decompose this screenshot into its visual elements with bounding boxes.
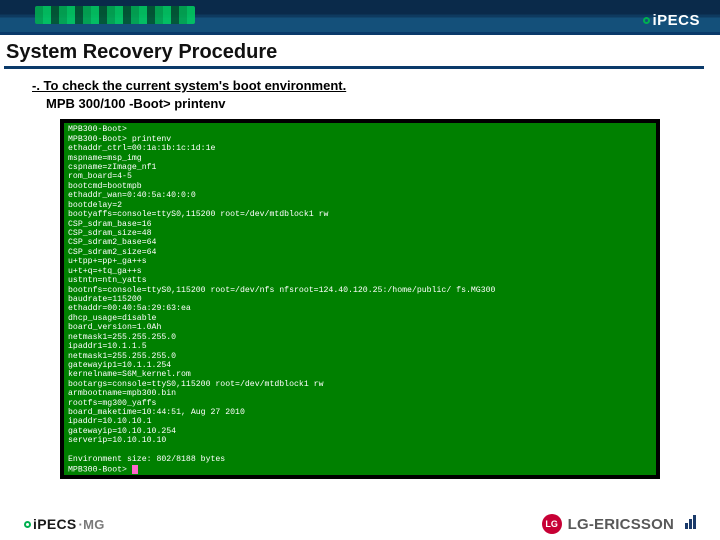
subheading-block: -. To check the current system's boot en…	[0, 77, 720, 119]
terminal-cursor	[132, 465, 138, 474]
terminal-output: MPB300-Boot> MPB300-Boot> printenv ethad…	[64, 123, 656, 475]
decorative-top-band	[0, 0, 720, 32]
brand-text: iPECS	[652, 12, 700, 29]
logo-ring-icon	[24, 521, 31, 528]
terminal-window: MPB300-Boot> MPB300-Boot> printenv ethad…	[60, 119, 660, 479]
ericsson-bars-icon	[684, 515, 696, 534]
brand-logo-top: iPECS	[643, 12, 700, 29]
footer-bar: iPECS·MG LG LG-ERICSSON	[0, 514, 720, 534]
lg-face-icon: LG	[542, 514, 562, 534]
footer-brand-right: LG LG-ERICSSON	[542, 514, 696, 534]
title-underline	[4, 66, 704, 69]
subheading-line-1: -. To check the current system's boot en…	[32, 77, 720, 95]
logo-ring-icon	[643, 17, 650, 24]
footer-brand-suffix: ·MG	[79, 517, 105, 532]
footer-brand-text: iPECS	[33, 516, 77, 532]
footer-brand-left: iPECS·MG	[24, 516, 105, 532]
page-title: System Recovery Procedure	[0, 35, 720, 66]
subheading-line-2: MPB 300/100 -Boot> printenv	[32, 95, 720, 113]
lg-ericsson-text: LG-ERICSSON	[568, 516, 674, 533]
